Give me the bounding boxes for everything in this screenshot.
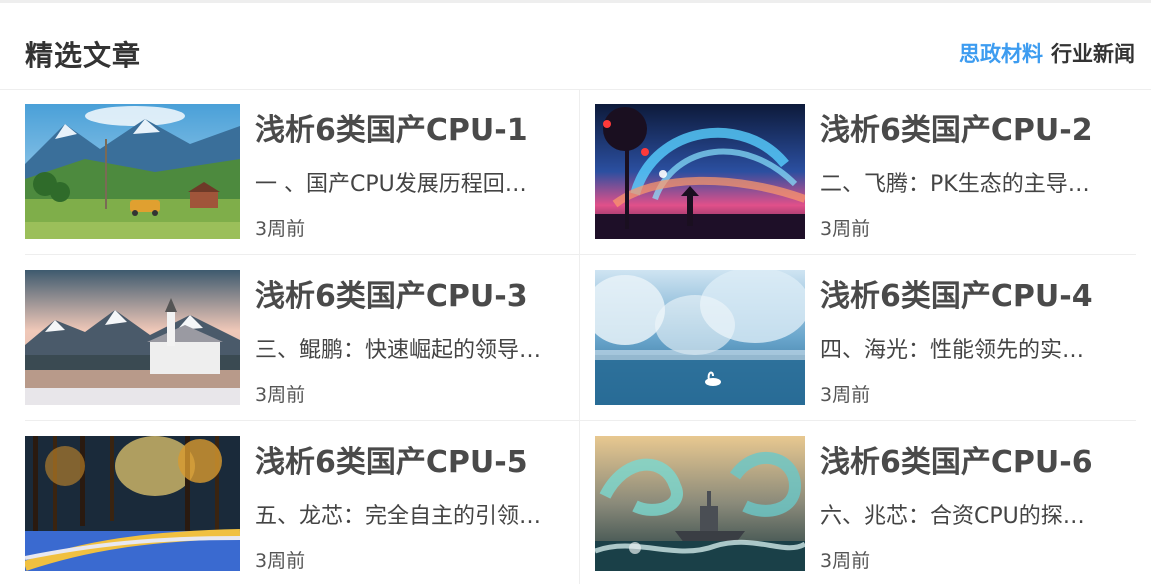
article-thumbnail[interactable] xyxy=(595,436,805,571)
article-time: 3周前 xyxy=(255,384,306,406)
article-thumbnail[interactable] xyxy=(595,270,805,405)
article-time: 3周前 xyxy=(820,384,871,406)
article-summary: 四、海光：性能领先的实… xyxy=(820,338,1085,363)
article-summary: 五、龙芯：完全自主的引领… xyxy=(255,504,542,529)
article-card-4[interactable]: 浅析6类国产CPU-4 四、海光：性能领先的实… 3周前 xyxy=(595,255,1150,421)
section-header: 精选文章 思政材料 行业新闻 xyxy=(0,0,1151,90)
article-card-3[interactable]: 浅析6类国产CPU-3 三、鲲鹏：快速崛起的领导… 3周前 xyxy=(25,255,580,421)
article-card-1[interactable]: 浅析6类国产CPU-1 一 、国产CPU发展历程回… 3周前 xyxy=(25,89,580,255)
tab-industry-news[interactable]: 行业新闻 xyxy=(1051,38,1135,68)
article-thumbnail[interactable] xyxy=(25,104,240,239)
article-thumbnail[interactable] xyxy=(595,104,805,239)
tab-ideology-materials[interactable]: 思政材料 xyxy=(959,38,1043,68)
article-title[interactable]: 浅析6类国产CPU-4 xyxy=(820,271,1093,315)
article-time: 3周前 xyxy=(820,218,871,240)
article-card-5[interactable]: 浅析6类国产CPU-5 五、龙芯：完全自主的引领… 3周前 xyxy=(25,421,580,587)
category-tabs: 思政材料 行业新闻 xyxy=(959,38,1135,68)
article-title[interactable]: 浅析6类国产CPU-2 xyxy=(820,105,1093,149)
article-title[interactable]: 浅析6类国产CPU-3 xyxy=(255,271,528,315)
article-title[interactable]: 浅析6类国产CPU-5 xyxy=(255,437,528,481)
article-thumbnail[interactable] xyxy=(25,270,240,405)
article-summary: 六、兆芯：合资CPU的探… xyxy=(820,504,1085,529)
article-title[interactable]: 浅析6类国产CPU-1 xyxy=(255,105,528,149)
article-thumbnail[interactable] xyxy=(25,436,240,571)
article-card-6[interactable]: 浅析6类国产CPU-6 六、兆芯：合资CPU的探… 3周前 xyxy=(595,421,1150,587)
article-title[interactable]: 浅析6类国产CPU-6 xyxy=(820,437,1093,481)
article-time: 3周前 xyxy=(820,550,871,572)
article-card-2[interactable]: 浅析6类国产CPU-2 二、飞腾：PK生态的主导… 3周前 xyxy=(595,89,1150,255)
article-summary: 三、鲲鹏：快速崛起的领导… xyxy=(255,338,542,363)
article-time: 3周前 xyxy=(255,218,306,240)
article-summary: 一 、国产CPU发展历程回… xyxy=(255,172,527,197)
article-summary: 二、飞腾：PK生态的主导… xyxy=(820,172,1090,197)
section-title: 精选文章 xyxy=(25,39,142,72)
article-time: 3周前 xyxy=(255,550,306,572)
